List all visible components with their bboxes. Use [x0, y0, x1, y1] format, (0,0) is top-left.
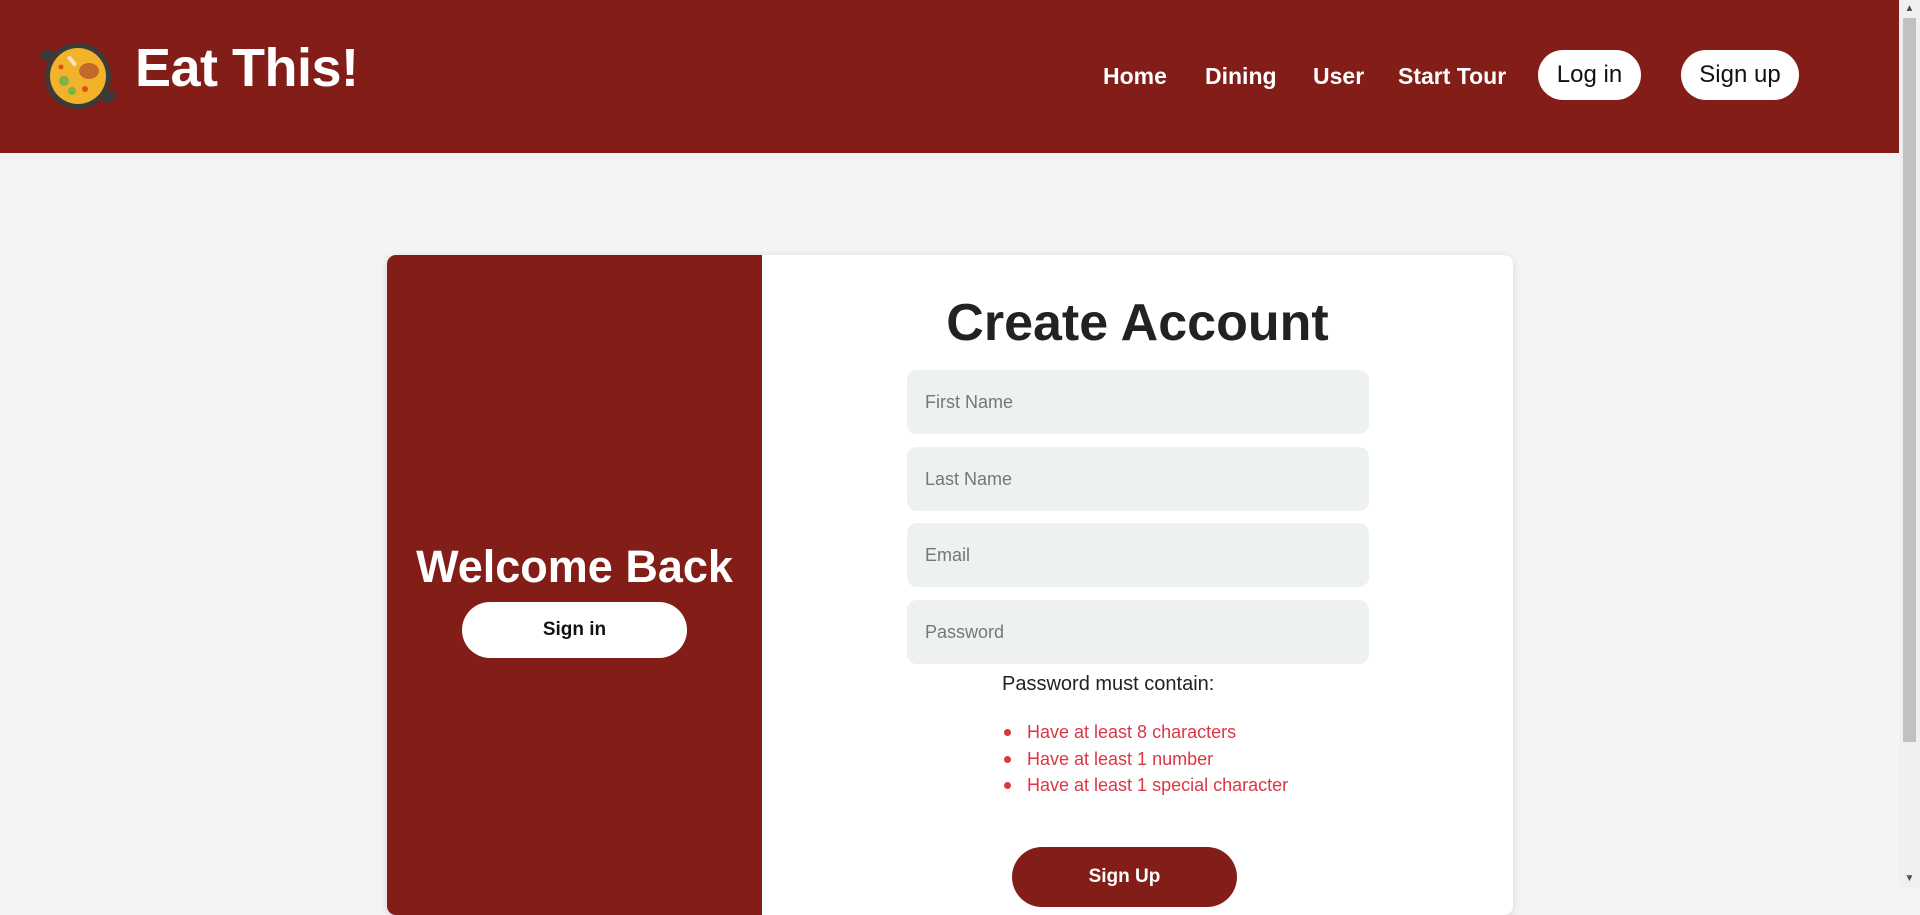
- navbar: Eat This! Home Dining User Start Tour Lo…: [0, 0, 1899, 153]
- requirement-item: Have at least 1 special character: [1002, 772, 1288, 799]
- vertical-scrollbar[interactable]: ▲ ▼: [1899, 0, 1920, 887]
- nav-start-tour[interactable]: Start Tour: [1398, 58, 1506, 94]
- last-name-input[interactable]: [907, 447, 1369, 511]
- password-requirements-list: Have at least 8 characters Have at least…: [1002, 719, 1288, 799]
- email-input[interactable]: [907, 523, 1369, 587]
- overlay-panel: Welcome Back Sign in: [387, 255, 762, 915]
- password-requirements-title: Password must contain:: [1002, 673, 1215, 695]
- form-title: Create Account: [946, 294, 1329, 352]
- sign-up-submit-button[interactable]: Sign Up: [1012, 847, 1237, 907]
- scrollbar-thumb[interactable]: [1903, 18, 1916, 742]
- requirement-item: Have at least 1 number: [1002, 746, 1288, 773]
- signup-button[interactable]: Sign up: [1681, 50, 1799, 100]
- paella-pan-icon[interactable]: [39, 37, 117, 115]
- scroll-up-icon[interactable]: ▲: [1899, 0, 1920, 17]
- first-name-input[interactable]: [907, 370, 1369, 434]
- nav-dining[interactable]: Dining: [1205, 58, 1277, 94]
- brand-name[interactable]: Eat This!: [135, 36, 359, 100]
- auth-card: Welcome Back Sign in Create Account Pass…: [387, 255, 1513, 915]
- scroll-down-icon[interactable]: ▼: [1899, 870, 1920, 887]
- nav-home[interactable]: Home: [1103, 58, 1167, 94]
- password-input[interactable]: [907, 600, 1369, 664]
- nav-user[interactable]: User: [1313, 58, 1364, 94]
- sign-in-button[interactable]: Sign in: [462, 602, 687, 658]
- welcome-title: Welcome Back: [416, 541, 733, 592]
- create-account-form: Create Account Password must contain: Ha…: [762, 255, 1513, 915]
- login-button[interactable]: Log in: [1538, 50, 1641, 100]
- requirement-item: Have at least 8 characters: [1002, 719, 1288, 746]
